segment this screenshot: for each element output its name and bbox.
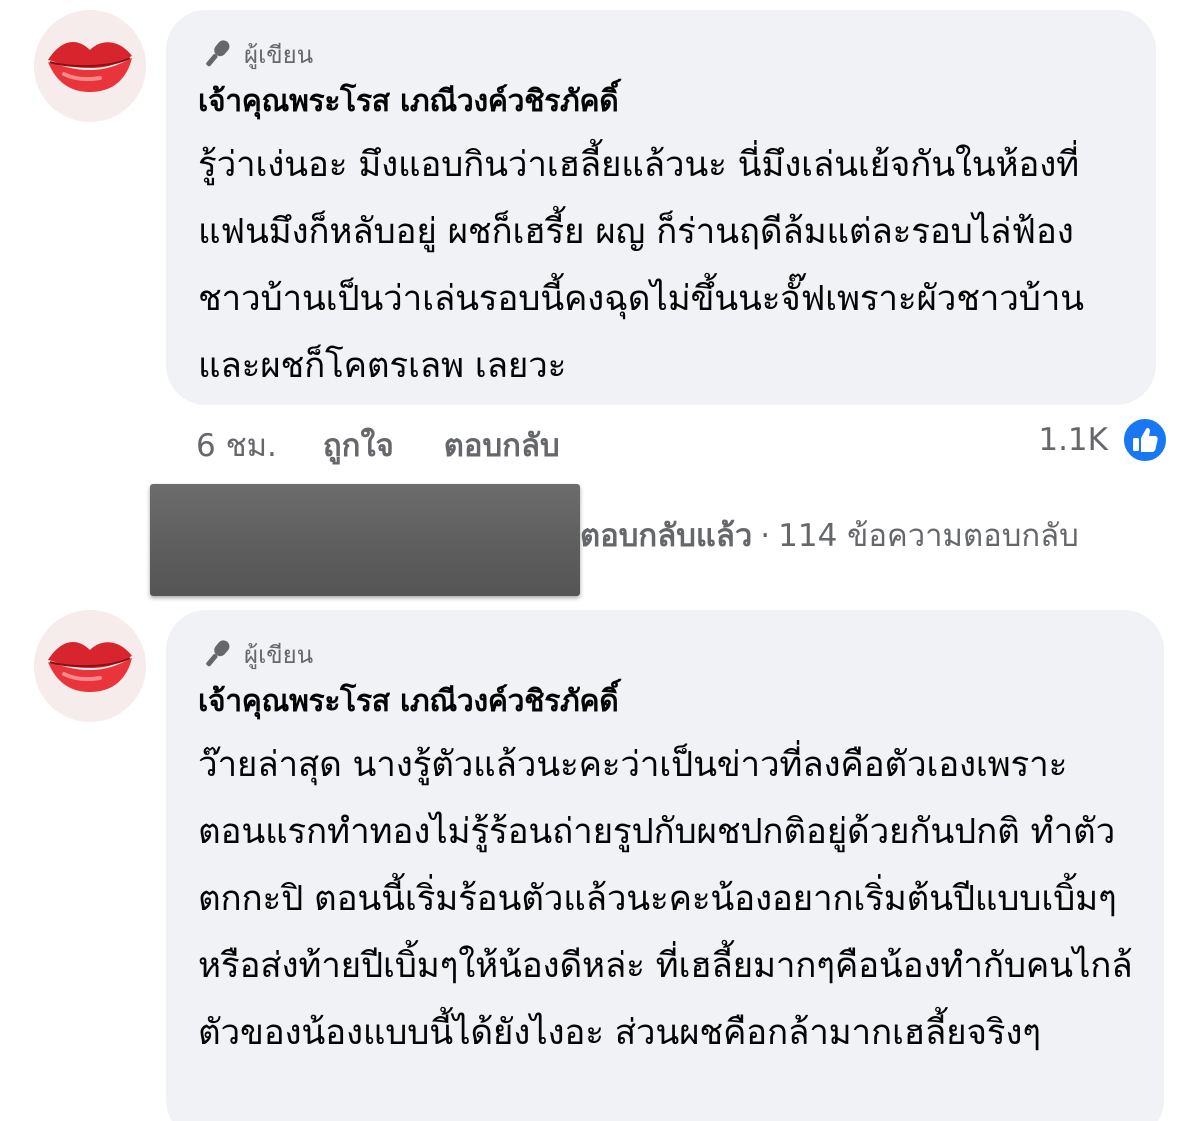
author-avatar[interactable] <box>34 610 146 722</box>
reply-button[interactable]: ตอบกลับ <box>444 420 560 470</box>
author-badge: ผู้เขียน <box>198 34 1126 74</box>
reaction-summary[interactable]: 1.1K <box>1038 417 1168 463</box>
author-avatar[interactable] <box>34 10 146 122</box>
author-name[interactable]: เจ้าคุณพระโรส เภณีวงค์วชิรภัคดิ์ <box>198 676 1134 728</box>
comment-timestamp[interactable]: 6 ชม. <box>196 420 277 470</box>
lips-avatar-image <box>34 10 146 122</box>
author-name[interactable]: เจ้าคุณพระโรส เภณีวงค์วชิรภัคดิ์ <box>198 76 1126 128</box>
author-badge: ผู้เขียน <box>198 634 1134 674</box>
comment-bubble: ผู้เขียน เจ้าคุณพระโรส เภณีวงค์วชิรภัคดิ… <box>166 610 1164 1121</box>
like-thumbs-up-icon <box>1122 417 1168 463</box>
comment-text: รู้ว่าเง่นอะ มึงแอบกินว่าเฮลี้ยแล้วนะ นี… <box>198 145 1084 386</box>
microphone-icon <box>206 40 230 67</box>
comment-text: ว๊ายล่าสุด นางรู้ตัวแล้วนะคะว่าเป็นข่าวท… <box>198 745 1133 1053</box>
lips-avatar-image <box>34 610 146 722</box>
view-replies-link[interactable]: ตอบกลับแล้ว · 114 ข้อความตอบกลับ <box>580 510 1079 560</box>
comment-actions: 6 ชม. ถูกใจ ตอบกลับ <box>196 420 560 470</box>
replied-label: ตอบกลับแล้ว <box>580 518 753 554</box>
redacted-replier-block <box>150 484 580 596</box>
microphone-icon <box>206 640 230 667</box>
author-badge-label: ผู้เขียน <box>244 40 314 69</box>
like-button[interactable]: ถูกใจ <box>323 420 394 470</box>
comment-bubble: ผู้เขียน เจ้าคุณพระโรส เภณีวงค์วชิรภัคดิ… <box>166 10 1156 405</box>
comment-thread: ผู้เขียน เจ้าคุณพระโรส เภณีวงค์วชิรภัคดิ… <box>0 0 1200 1121</box>
reaction-count: 1.1K <box>1038 422 1108 458</box>
author-badge-label: ผู้เขียน <box>244 640 314 669</box>
reply-count: 114 ข้อความตอบกลับ <box>778 518 1079 554</box>
separator-dot: · <box>760 518 771 554</box>
